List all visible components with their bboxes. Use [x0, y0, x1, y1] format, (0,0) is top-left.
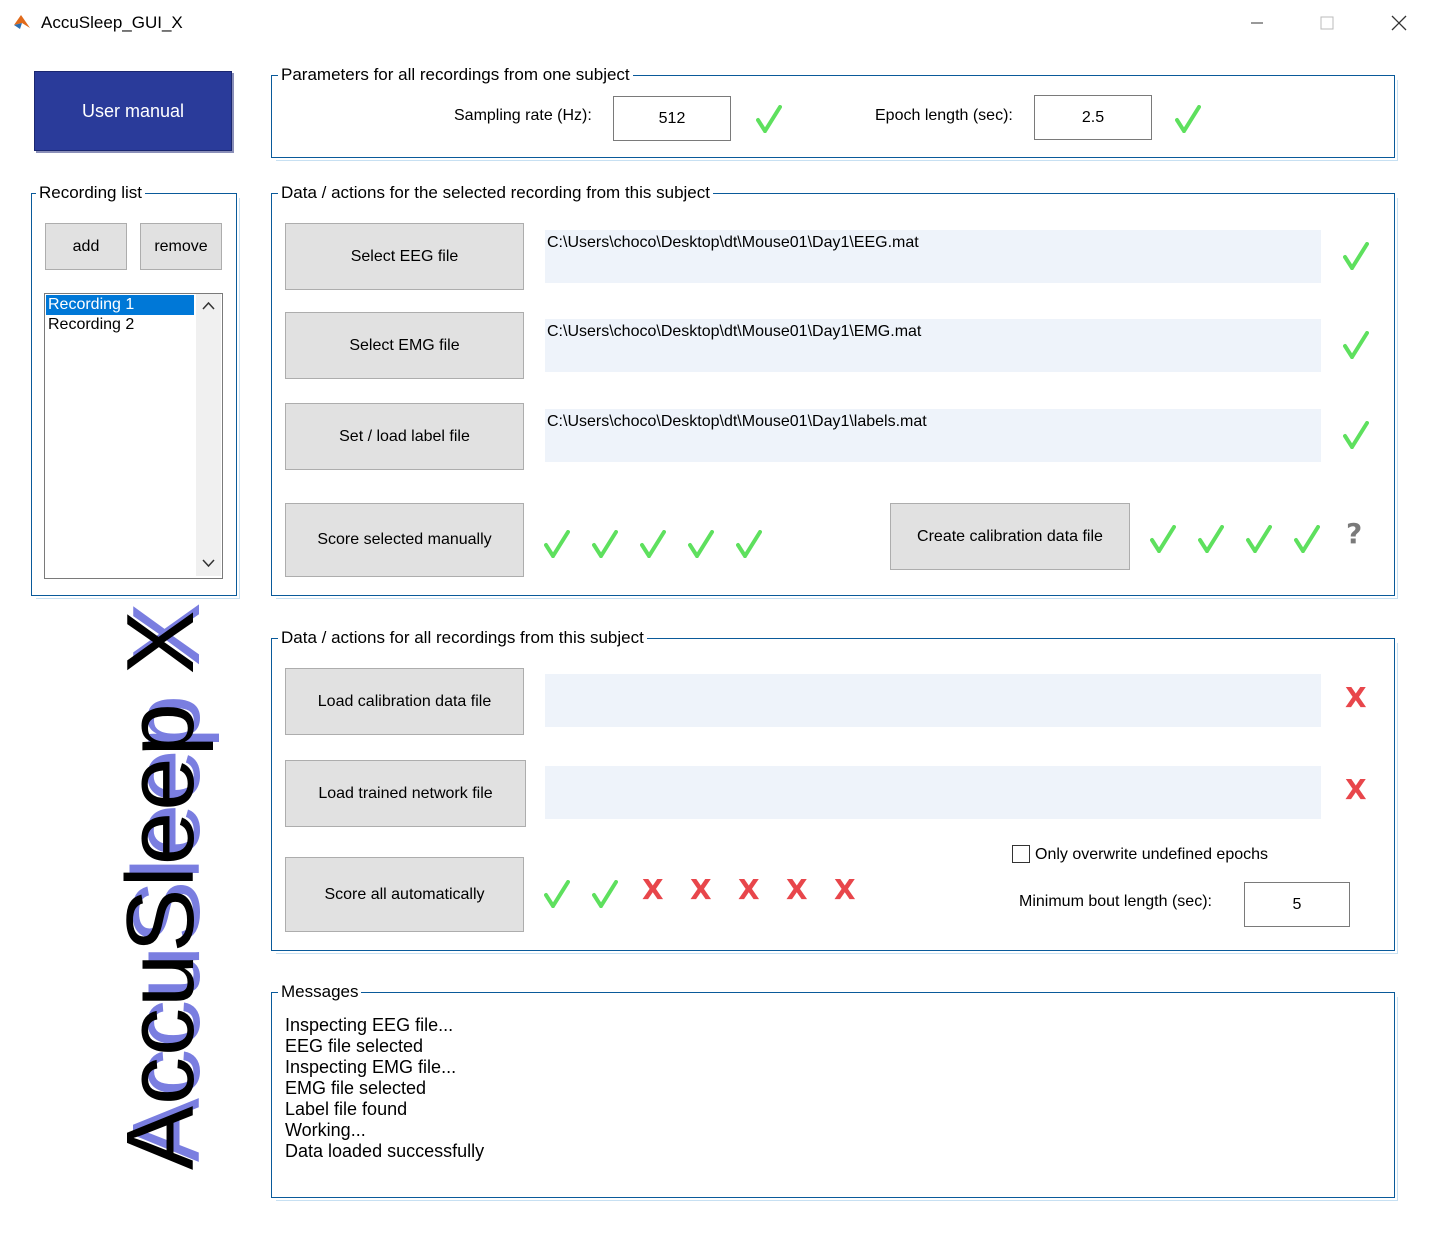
- accusleep-logo: AccuSleep X: [107, 609, 214, 1170]
- check-icon: [544, 530, 570, 558]
- maximize-icon: [1320, 16, 1334, 30]
- message-line: EEG file selected: [285, 1036, 424, 1056]
- selected-recording-title: Data / actions for the selected recordin…: [278, 183, 713, 203]
- check-icon: [1246, 525, 1272, 553]
- cross-icon: X: [690, 873, 712, 906]
- minimize-icon: [1251, 22, 1263, 24]
- select-emg-button[interactable]: Select EMG file: [285, 312, 524, 379]
- recording-list-panel: Recording list add remove Recording 1 Re…: [31, 183, 237, 596]
- load-calibration-button[interactable]: Load calibration data file: [285, 668, 524, 735]
- overwrite-label: Only overwrite undefined epochs: [1035, 846, 1269, 863]
- recording-listbox[interactable]: Recording 1 Recording 2: [44, 293, 223, 579]
- label-path-field: C:\Users\choco\Desktop\dt\Mouse01\Day1\l…: [545, 409, 1321, 462]
- all-recordings-title: Data / actions for all recordings from t…: [278, 628, 647, 648]
- sampling-rate-label: Sampling rate (Hz):: [454, 107, 592, 124]
- sampling-rate-input[interactable]: 512: [613, 96, 731, 141]
- close-button[interactable]: [1376, 6, 1422, 40]
- check-icon: [1343, 242, 1369, 270]
- check-icon: [736, 530, 762, 558]
- window-title: AccuSleep_GUI_X: [41, 13, 183, 32]
- title-bar: AccuSleep_GUI_X: [0, 0, 1434, 46]
- check-icon: [592, 880, 618, 908]
- close-icon: [1391, 15, 1407, 31]
- message-line: EMG file selected: [285, 1078, 427, 1098]
- cross-icon: X: [834, 873, 856, 906]
- epoch-length-label: Epoch length (sec):: [875, 107, 1013, 124]
- min-bout-input[interactable]: 5: [1244, 882, 1350, 927]
- message-line: Data loaded successfully: [285, 1141, 485, 1161]
- messages-list: Inspecting EEG file... EEG file selected…: [285, 1015, 484, 1162]
- check-icon: [1294, 525, 1320, 553]
- message-line: Working...: [285, 1120, 366, 1140]
- cross-icon: X: [786, 873, 808, 906]
- listbox-scrollbar[interactable]: [196, 294, 221, 576]
- add-recording-button[interactable]: add: [45, 223, 127, 270]
- eeg-path-field: C:\Users\choco\Desktop\dt\Mouse01\Day1\E…: [545, 230, 1321, 283]
- remove-recording-button[interactable]: remove: [140, 223, 222, 270]
- all-recordings-panel: Data / actions for all recordings from t…: [271, 628, 1395, 951]
- check-icon: [1175, 105, 1201, 133]
- list-item[interactable]: Recording 1: [46, 295, 194, 315]
- messages-title: Messages: [278, 982, 362, 1002]
- matlab-icon: [14, 15, 30, 29]
- score-auto-button[interactable]: Score all automatically: [285, 857, 524, 932]
- check-icon: [1343, 331, 1369, 359]
- maximize-button[interactable]: [1304, 6, 1350, 40]
- selected-recording-panel: Data / actions for the selected recordin…: [271, 183, 1395, 596]
- cross-icon: X: [738, 873, 760, 906]
- check-icon: [544, 880, 570, 908]
- cross-icon: X: [642, 873, 664, 906]
- check-icon: [592, 530, 618, 558]
- question-mark-icon: ?: [1346, 517, 1363, 550]
- calibration-path-field: [545, 674, 1321, 727]
- user-manual-button[interactable]: User manual: [34, 71, 232, 151]
- cross-icon: X: [1345, 681, 1367, 714]
- check-icon: [688, 530, 714, 558]
- check-icon: [1343, 421, 1369, 449]
- recording-items: Recording 1 Recording 2: [46, 295, 194, 335]
- cross-icon: X: [1345, 773, 1367, 806]
- min-bout-label: Minimum bout length (sec):: [1019, 893, 1212, 910]
- network-path-field: [545, 766, 1321, 819]
- scroll-down-icon[interactable]: [202, 558, 215, 568]
- list-item[interactable]: Recording 2: [46, 315, 194, 335]
- create-calibration-button[interactable]: Create calibration data file: [890, 503, 1130, 570]
- messages-panel: Messages Inspecting EEG file... EEG file…: [271, 982, 1395, 1198]
- score-manual-button[interactable]: Score selected manually: [285, 503, 524, 577]
- message-line: Label file found: [285, 1099, 408, 1119]
- check-icon: [640, 530, 666, 558]
- message-line: Inspecting EMG file...: [285, 1057, 457, 1077]
- set-label-file-button[interactable]: Set / load label file: [285, 403, 524, 470]
- scroll-up-icon[interactable]: [202, 301, 215, 311]
- overwrite-checkbox[interactable]: [1012, 845, 1030, 863]
- emg-path-field: C:\Users\choco\Desktop\dt\Mouse01\Day1\E…: [545, 319, 1321, 372]
- parameters-panel: Parameters for all recordings from one s…: [271, 65, 1395, 158]
- minimize-button[interactable]: [1234, 6, 1280, 40]
- check-icon: [1150, 525, 1176, 553]
- select-eeg-button[interactable]: Select EEG file: [285, 223, 524, 290]
- client-area: User manual Parameters for all recording…: [0, 46, 1434, 1235]
- load-network-button[interactable]: Load trained network file: [285, 760, 526, 827]
- message-line: Inspecting EEG file...: [285, 1015, 454, 1035]
- parameters-panel-title: Parameters for all recordings from one s…: [278, 65, 633, 85]
- epoch-length-input[interactable]: 2.5: [1034, 95, 1152, 140]
- check-icon: [1198, 525, 1224, 553]
- check-icon: [756, 105, 782, 133]
- recording-list-title: Recording list: [36, 183, 145, 203]
